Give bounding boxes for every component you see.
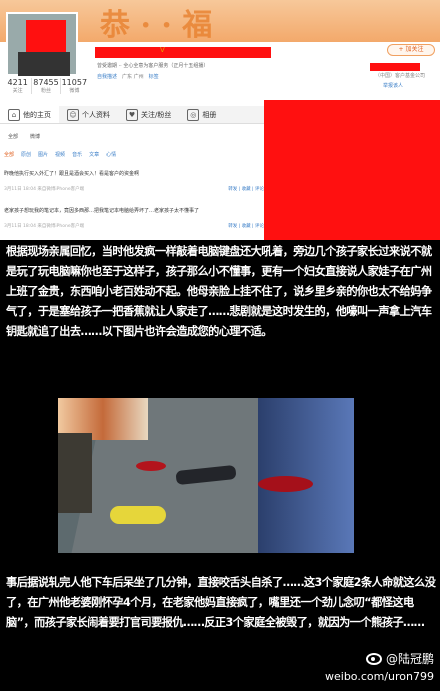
redacted-panel [264,100,440,240]
subtab-all[interactable]: 全部 [8,133,18,140]
profile-intro: 曾受邀期 ·· 全心全意为客户服务（正月十五组播） [97,63,209,69]
avatar[interactable] [6,12,78,76]
stat-followers[interactable]: 87455 粉丝 [32,78,61,94]
camera-icon: ◎ [187,108,200,121]
filter-item[interactable]: 文章 [89,151,99,158]
watermark-handle: @陆冠鹏 [365,650,434,667]
post-date[interactable]: 3月11日 18:04 来自微博iPhone客户端 [4,223,84,229]
filter-item[interactable]: 心情 [106,151,116,158]
info-item: 广东 广州 [122,74,144,80]
post-actions[interactable]: 转发 | 收藏 | 评论 [228,186,264,192]
stat-posts[interactable]: 11057 微博 [61,78,88,94]
filter-item[interactable]: 视频 [55,151,65,158]
feed-post: 昨晚他执行买入外汇了！跟且是酒会买入！看是客户的资金啊 3月11日 18:04 … [4,170,264,192]
filter-item[interactable]: 全部 [4,151,14,158]
heart-icon: ♥ [126,108,138,121]
info-item[interactable]: 标签 [149,73,159,80]
subtab-weibo[interactable]: 微博 [30,133,40,140]
post-text: 老家孩子想玩我的笔记本，竟因多西那…把我笔记本电脑给弄坏了…老家孩子太不懂事了 [4,208,200,214]
feed-filters: 全部 原创 图片 视频 音乐 文章 心情 [4,151,116,158]
person-icon: ☺ [67,108,79,121]
post-actions[interactable]: 转发 | 收藏 | 评论 [228,223,264,229]
watermark-url: weibo.com/uron799 [325,670,434,683]
profile-stats: 4211 关注 87455 粉丝 11057 微博 [4,78,88,94]
story-paragraph-2: 事后据说轧完人他下车后呆坐了几分钟，直接咬舌头自杀了……这3个家庭2条人命就这么… [6,576,436,629]
verified-badge: V [160,46,165,54]
tab-profile[interactable]: ☺ 个人资料 [59,106,118,123]
feed-post: 老家孩子想玩我的笔记本，竟因多西那…把我笔记本电脑给弄坏了…老家孩子太不懂事了 … [4,207,264,229]
story-paragraph-1: 根据现场亲属回忆，当时他发疯一样敲着电脑键盘还大吼着，旁边几个孩子家长过来说不就… [6,245,432,338]
filter-item[interactable]: 音乐 [72,151,82,158]
stat-following[interactable]: 4211 关注 [4,78,33,94]
profile-tabs: ⌂ 他的主页 ☺ 个人资料 ♥ 关注/粉丝 ◎ 相册 [0,106,265,124]
profile-info: 自我描述 广东 广州 标签 [97,73,159,80]
weibo-icon [365,652,382,665]
tab-follow[interactable]: ♥ 关注/粉丝 [118,106,179,123]
filter-item[interactable]: 原创 [21,151,31,158]
tab-home[interactable]: ⌂ 他的主页 [0,106,59,123]
home-icon: ⌂ [8,108,20,121]
info-item[interactable]: 自我描述 [97,73,117,80]
accident-photo [58,398,354,553]
follow-button[interactable]: + 加关注 [387,44,435,56]
company-text: （中国）客户基金公司 [375,73,426,79]
post-date[interactable]: 3月11日 18:04 来自微博iPhone客户端 [4,186,84,192]
tab-album[interactable]: ◎ 相册 [179,106,224,123]
redacted-name [95,47,271,58]
redacted-side [370,63,420,71]
report-link[interactable]: 举报该人 [383,82,403,89]
weibo-profile-screenshot: 恭 · · 福 4211 关注 87455 粉丝 11057 微博 V 曾受邀期 ··… [0,0,440,240]
feed-subtabs: 全部 微博 [8,133,40,140]
post-text: 昨晚他执行买入外汇了！跟且是酒会买入！看是客户的资金啊 [4,171,140,177]
filter-item[interactable]: 图片 [38,151,48,158]
